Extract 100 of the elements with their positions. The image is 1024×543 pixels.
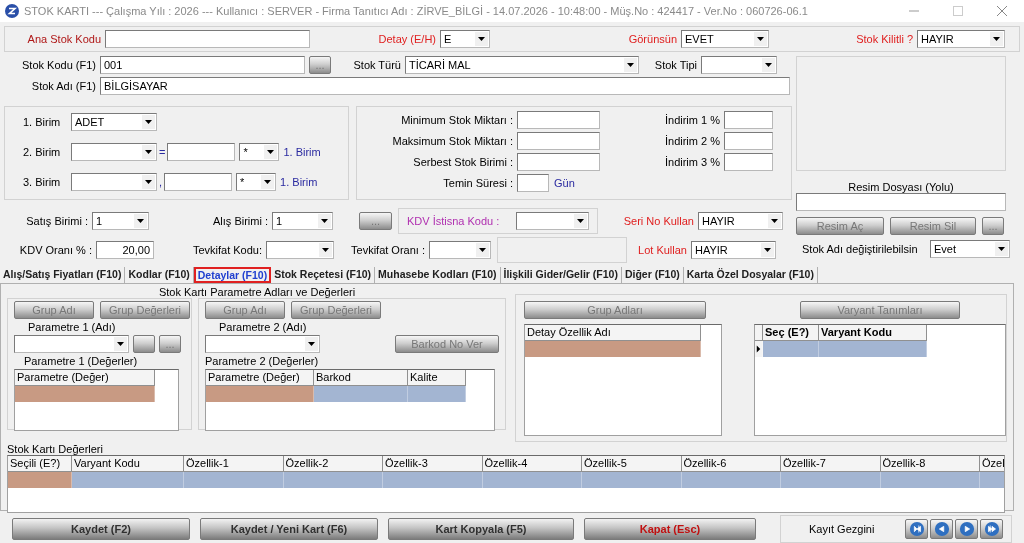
text-field[interactable] [517,111,600,129]
dropdown[interactable]: * [236,173,277,191]
tab[interactable]: İlişkili Gider/Gelir (F10) [500,267,622,283]
dropdown[interactable]: ADET [71,113,157,131]
text-field[interactable] [796,193,1006,211]
text-field[interactable]: 001 [100,56,305,74]
caret-icon [995,242,1008,256]
text-field[interactable] [164,173,233,191]
footer-button[interactable]: Kart Kopyala (F5) [388,518,574,540]
dropdown[interactable]: 1 [92,212,149,230]
dropdown[interactable]: 1 [272,212,333,230]
column-header[interactable]: Kalite [408,370,466,386]
last-record-button[interactable] [980,519,1003,539]
text-field[interactable]: BİLGİSAYAR [100,77,790,95]
maximize-icon [953,6,963,16]
column-header[interactable]: Varyant Kodu [72,456,184,472]
text-field[interactable] [517,174,549,192]
tab[interactable]: Stok Reçetesi (F10) [271,267,376,283]
caret-icon [134,214,147,228]
dropdown[interactable]: * [239,143,280,161]
dropdown[interactable]: E [440,30,490,48]
dropdown[interactable]: Evet [930,240,1010,258]
field-label: Stok Tipi [653,59,698,71]
dropdown[interactable]: HAYIR [917,30,1005,48]
column-header[interactable]: Seç (E?) [763,325,819,341]
text-field[interactable] [724,153,773,171]
first-record-button[interactable] [905,519,928,539]
text-field[interactable]: 20,00 [96,241,154,259]
operator-label: , [158,176,164,188]
text-field[interactable] [517,153,600,171]
column-header[interactable]: Özellik-3 [383,456,483,472]
column-header[interactable]: Varyant Kodu [819,325,927,341]
previous-record-button[interactable] [930,519,953,539]
navigator-label: Kayıt Gezgini [809,523,876,535]
tab[interactable]: Detaylar (F10) [193,267,272,283]
dropdown[interactable]: HAYIR [698,212,783,230]
field-label: Alış Birimi : [212,215,269,227]
last-icon [983,521,1000,537]
field-label: 3. Birim [23,176,62,188]
caret-icon [476,243,489,257]
footer-button[interactable]: Kaydet / Yeni Kart (F6) [200,518,378,540]
text-field[interactable] [724,132,773,150]
caret-icon [762,58,775,72]
column-header[interactable]: Özellik-7 [781,456,881,472]
column-header[interactable]: Detay Özellik Adı [525,325,701,341]
field-label: İndirim 1 % [663,114,721,126]
caret-icon [475,32,488,46]
column-header[interactable]: Özellik-4 [482,456,582,472]
dropdown[interactable] [205,335,320,353]
text-field[interactable] [517,132,600,150]
dropdown[interactable] [701,56,777,74]
column-header[interactable]: Parametre (Değer) [206,370,314,386]
field-label: Ana Stok Kodu [26,33,102,45]
caret-icon [768,214,781,228]
field-label: Parametre 1 (Değerler) [23,355,139,367]
field-label: Seri No Kullan [622,215,695,227]
text-field[interactable] [105,30,310,48]
text-field[interactable] [167,143,236,161]
column-header[interactable]: Seçili (E?) [8,456,72,472]
field-label: Parametre 1 (Adı) [27,321,117,333]
next-record-button[interactable] [955,519,978,539]
dropdown[interactable]: TİCARİ MAL [405,56,639,74]
dropdown[interactable]: EVET [681,30,769,48]
column-header[interactable]: Özellik-2 [283,456,383,472]
caret-icon [761,243,774,257]
text-field[interactable] [724,111,773,129]
dropdown[interactable] [71,143,157,161]
field-label: İndirim 3 % [663,156,721,168]
caret-icon [264,145,278,159]
footer-button[interactable]: Kaydet (F2) [12,518,190,540]
blank-button[interactable] [133,335,155,353]
tab[interactable]: Alış/Satış Fiyatları (F10) [0,267,126,283]
tab[interactable]: Diğer (F10) [621,267,684,283]
column-header[interactable]: Özellik-6 [681,456,781,472]
dropdown[interactable] [14,335,129,353]
dropdown[interactable]: HAYIR [691,241,776,259]
dropdown[interactable] [266,241,334,259]
dropdown[interactable] [516,212,589,230]
column-header[interactable]: Parametre (Değer) [15,370,155,386]
caret-icon [305,337,318,351]
column-header[interactable]: Özellik-5 [582,456,682,472]
column-header[interactable]: Özellik-1 [184,456,284,472]
column-header[interactable]: Özel [980,456,1004,472]
operator-label: = [158,146,167,158]
caret-icon [318,214,331,228]
caret-icon [990,32,1003,46]
caret-icon [574,214,587,228]
window-title: STOK KARTI --- Çalışma Yılı : 2026 --- Kullanıcı : SERVER - Firma Tanıtıcı Adı : ZİRVE_BİLGİ - 14.07.2026 - 10:48:00 - Müş.No : 424417 - Ver.No : 060726-06.1 [24,5,808,17]
field-label: Serbest Stok Birimi : [412,156,514,168]
tab[interactable]: Muhasebe Kodları (F10) [375,267,501,283]
caret-icon [624,58,637,72]
column-header[interactable]: Özellik-8 [880,456,980,472]
unit-label: 1. Birim [282,146,321,158]
tab[interactable]: Kodlar (F10) [125,267,194,283]
dropdown[interactable] [71,173,157,191]
tab[interactable]: Karta Özel Dosyalar (F10) [683,267,818,283]
caret-icon [142,145,155,159]
dropdown[interactable] [429,241,491,259]
column-header[interactable]: Barkod [314,370,408,386]
field-label: 1. Birim [23,116,62,128]
